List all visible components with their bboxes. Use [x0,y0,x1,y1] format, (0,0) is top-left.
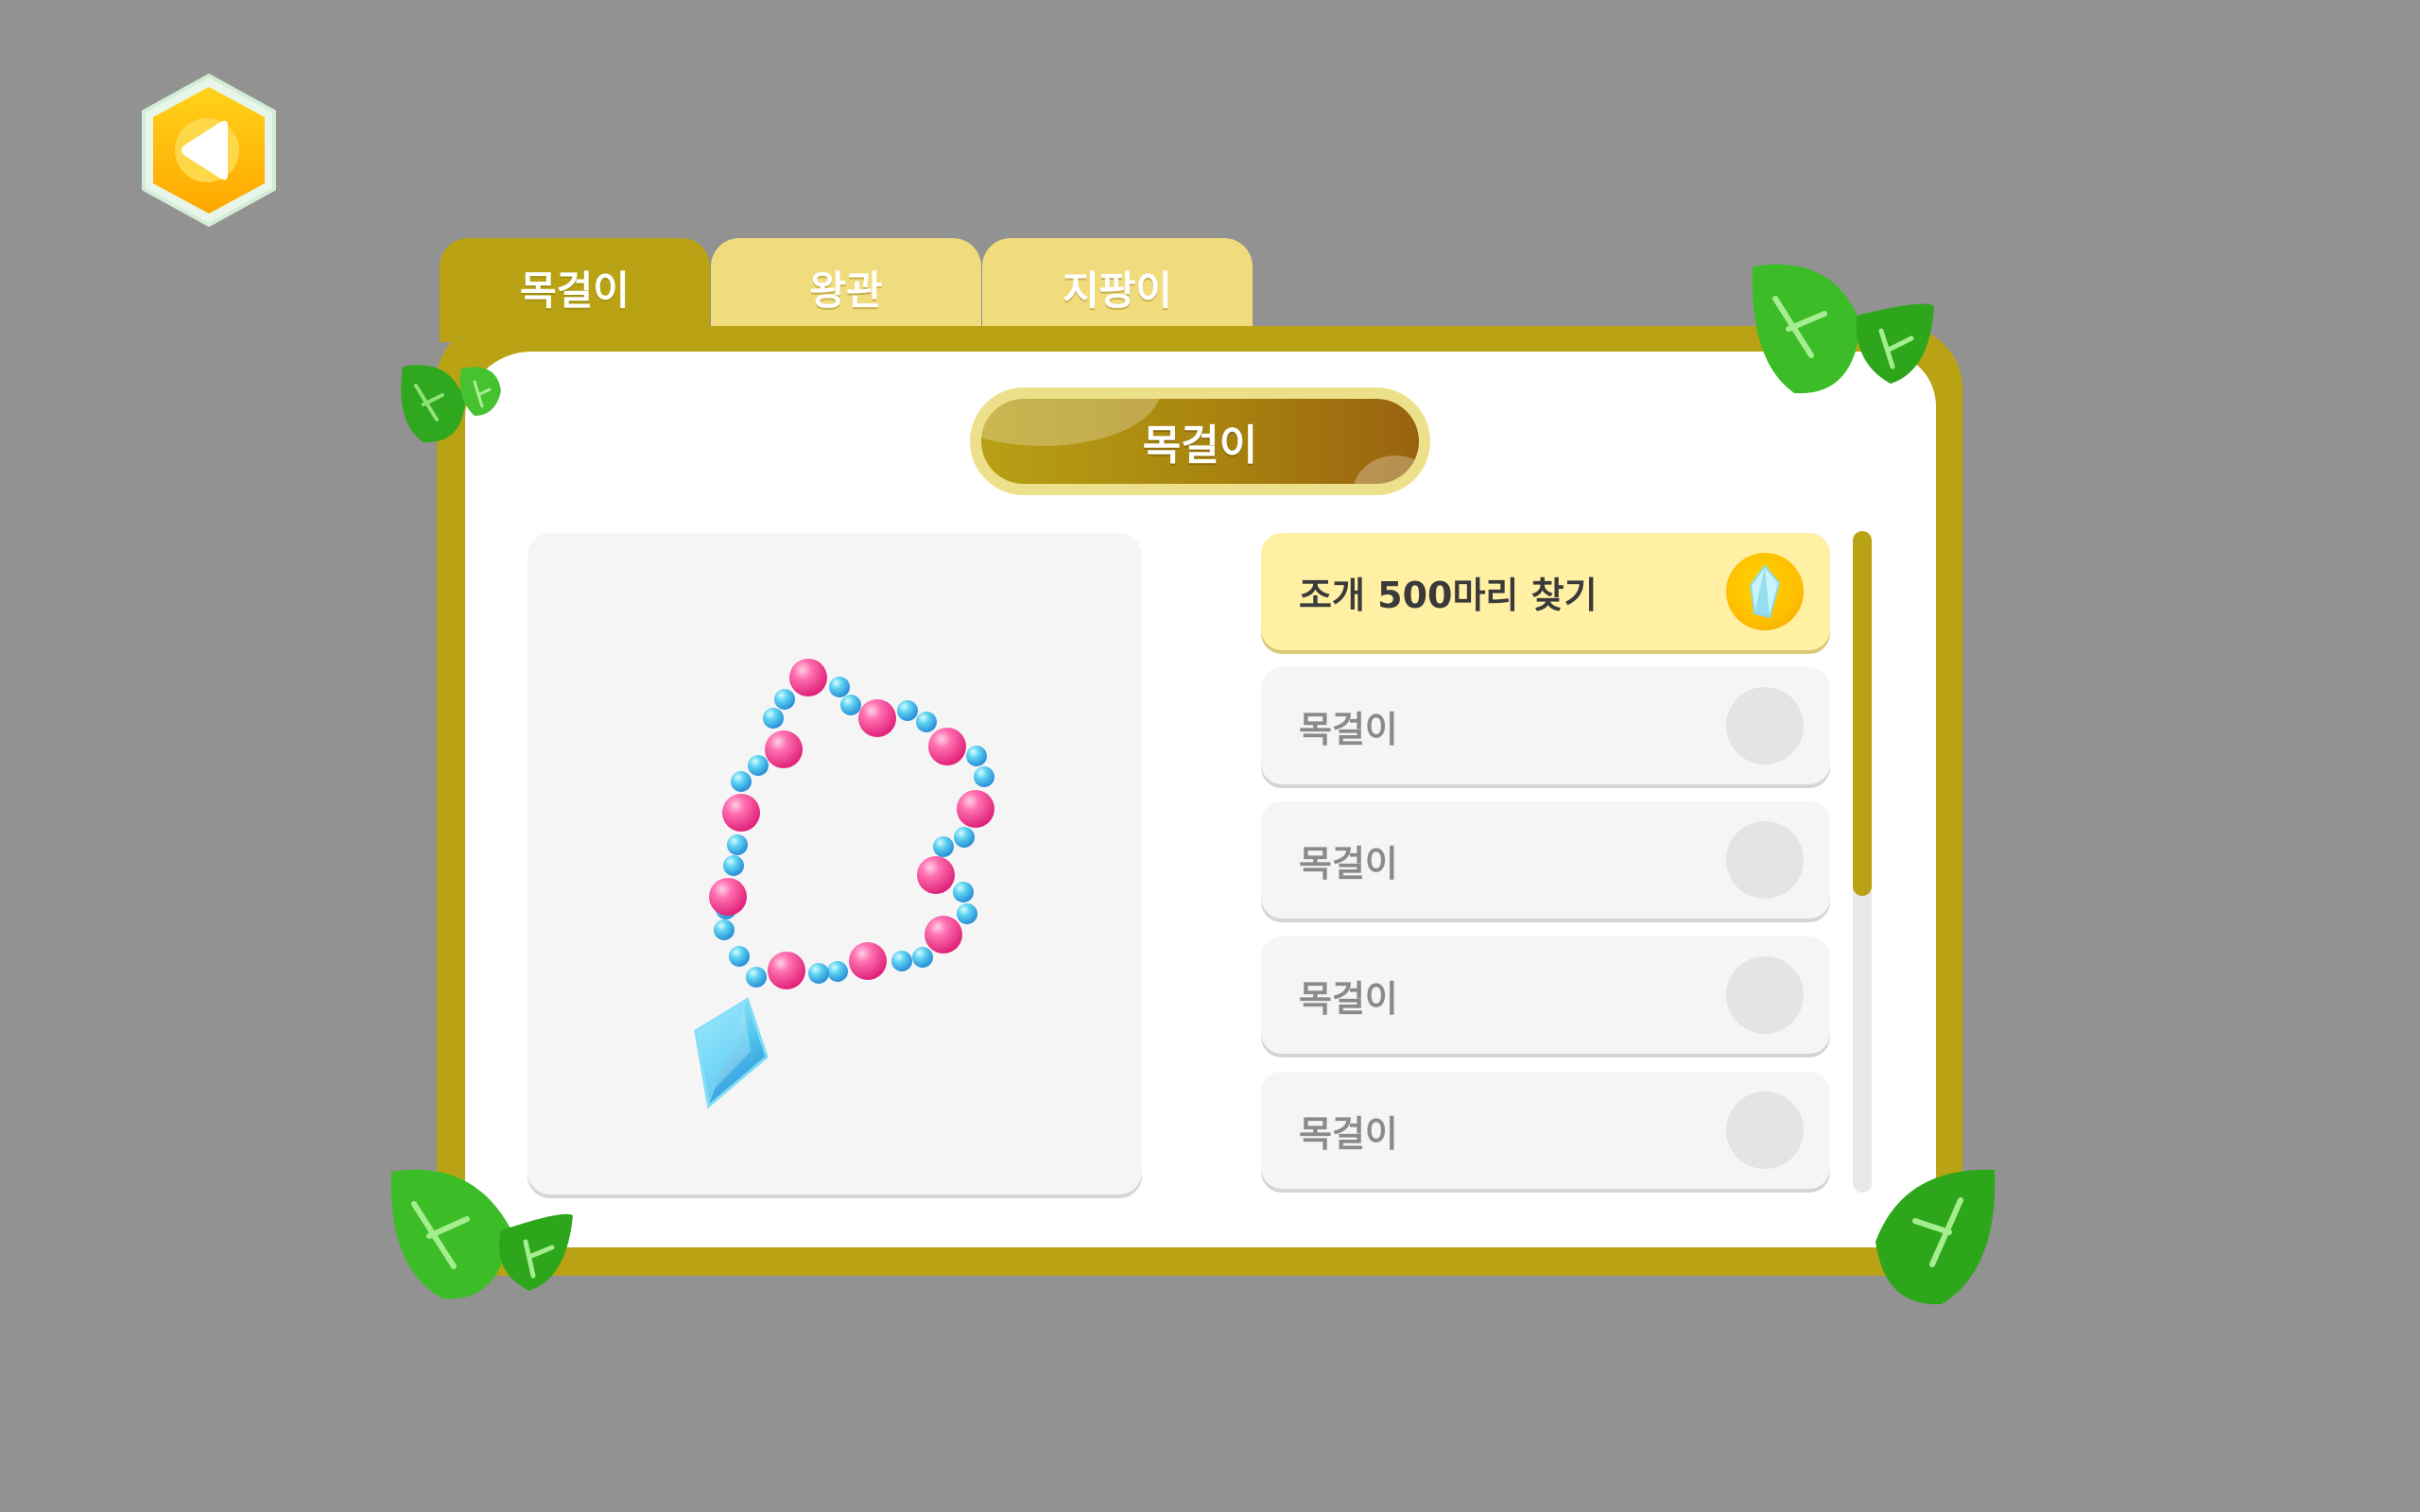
list-item-label: 목걸이 [1299,708,1398,750]
reward-badge-empty [1726,687,1804,765]
list-item[interactable]: 조개 500마리 찾기 [1261,533,1830,650]
panel-title-badge: 목걸이 [970,387,1430,495]
scrollbar[interactable] [1853,531,1872,1193]
scrollbar-thumb[interactable] [1853,531,1872,896]
list-item-label: 목걸이 [1299,842,1398,885]
item-preview [527,533,1142,1194]
list-item[interactable]: 목걸이 [1261,801,1830,919]
list-item[interactable]: 목걸이 [1261,936,1830,1054]
leaf-icon [1752,264,1934,394]
leaf-icon [1876,1169,1996,1305]
list-item[interactable]: 목걸이 [1261,1072,1830,1189]
back-arrow-icon [142,74,276,227]
back-button[interactable] [138,72,280,229]
reward-badge-empty [1726,1091,1804,1169]
leaf-icon [401,365,501,443]
reward-badge [1726,553,1804,630]
list-item-label: 조개 500마리 찾기 [1299,574,1598,616]
crystal-icon [1749,564,1781,619]
list-item[interactable]: 목걸이 [1261,667,1830,784]
panel-title: 목걸이 [1142,421,1258,470]
list-item-label: 목걸이 [1299,1112,1398,1155]
leaf-icon [390,1169,573,1299]
reward-badge-empty [1726,956,1804,1034]
necklace-icon [694,659,994,1109]
reward-badge-empty [1726,821,1804,899]
list-item-label: 목걸이 [1299,977,1398,1020]
